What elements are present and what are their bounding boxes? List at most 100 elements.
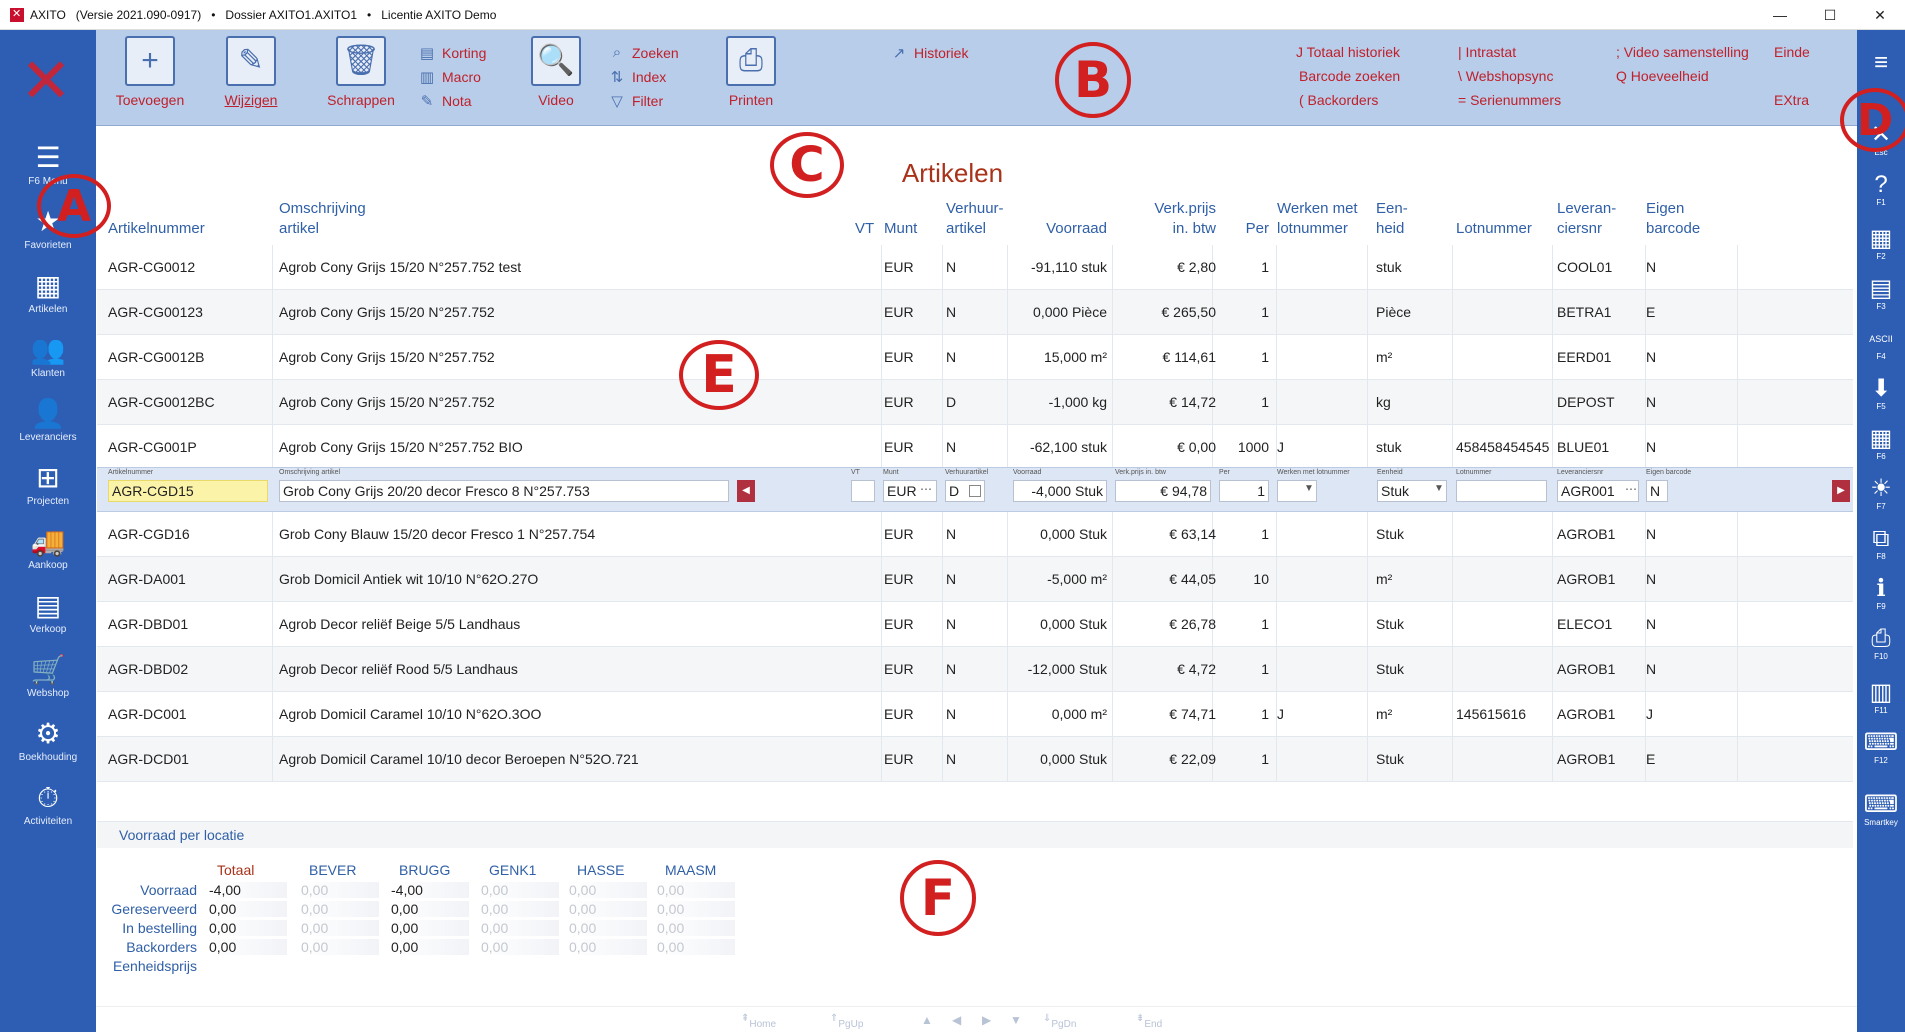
rightbar-item-f7[interactable]: ☀ F7 [1857,476,1905,512]
pager-end[interactable]: ⇟ End [1136,1013,1162,1030]
edit-button[interactable]: ✎ Wijzigen [216,36,286,108]
table-row[interactable]: AGR-CG0012B Agrob Cony Grijs 15/20 N°257.… [97,335,1853,380]
column-header-werken[interactable]: Werken met lotnummer [1277,199,1377,239]
column-header-leverancier[interactable]: Leveran-ciersnr [1557,199,1637,239]
column-header-barcode[interactable]: Eigen barcode [1646,199,1726,239]
annotation-c: C [770,132,844,198]
table-row[interactable]: AGR-DBD01 Agrob Decor reliëf Beige 5/5 La… [97,602,1853,647]
rightbar-item-menu[interactable]: ≡ [1857,50,1905,76]
per-field[interactable]: 1 [1219,480,1269,502]
leverancier-lookup-icon[interactable]: ⋯ [1625,482,1637,496]
einde-link[interactable]: Einde [1774,44,1810,60]
print-button[interactable]: ⎙ Printen [716,36,786,108]
pager-pgdn[interactable]: ⇓ PgDn [1043,1013,1076,1030]
sidebar-item-webshop[interactable]: 🛒 Webshop [0,654,96,699]
prijs-field[interactable]: € 94,78 [1115,480,1211,502]
werken-dropdown-chevron-icon[interactable]: ▼ [1304,483,1314,494]
barcode-zoeken-link[interactable]: Barcode zoeken [1299,68,1400,84]
table-row[interactable]: AGR-DCD01 Agrob Domicil Caramel 10/10 dec… [97,737,1853,782]
rightbar-item-label: F2 [1876,252,1886,261]
rightbar-item-f2[interactable]: ▦ F2 [1857,226,1905,262]
table-row[interactable]: AGR-CG00123 Agrob Cony Grijs 15/20 N°257.… [97,290,1853,335]
cell-oms: Agrob Cony Grijs 15/20 N°257.752 [279,304,495,320]
table-row[interactable]: AGR-CG0012 Agrob Cony Grijs 15/20 N°257.7… [97,245,1853,290]
cell-nr: AGR-DC001 [108,706,187,722]
table-row[interactable]: AGR-CG001P Agrob Cony Grijs 15/20 N°257.7… [97,425,1853,470]
extra-link[interactable]: EXtra [1774,92,1809,108]
pager-left-icon[interactable]: ◀ [952,1013,961,1027]
sidebar-item-projecten[interactable]: ⊞ Projecten [0,462,96,507]
table-row[interactable]: AGR-DA001 Grob Domicil Antiek wit 10/10 N… [97,557,1853,602]
rightbar-item-f6[interactable]: ▦ F6 [1857,426,1905,462]
nota-button[interactable]: ✎ Nota [416,92,472,110]
rightbar-item-smartkey[interactable]: ⌨ Smartkey [1857,792,1905,828]
eenheid-dropdown-chevron-icon[interactable]: ▼ [1434,483,1444,494]
pager-up-icon[interactable]: ▲ [921,1013,933,1027]
maximize-button[interactable]: ☐ [1805,0,1855,30]
add-button[interactable]: + Toevoegen [110,36,190,108]
omschrijving-field[interactable]: Grob Cony Grijs 20/20 decor Fresco 8 N°2… [279,480,729,502]
hoeveelheid-link[interactable]: Q Hoeveelheid [1616,68,1709,84]
rightbar-item-f11[interactable]: ▥ F11 [1857,680,1905,716]
minimize-button[interactable]: — [1755,0,1805,30]
pager-home[interactable]: ⇞ Home [741,1013,776,1030]
column-header-munt[interactable]: Munt [884,219,934,239]
lotnummer-field[interactable] [1456,480,1547,502]
table-row[interactable]: AGR-DC001 Agrob Domicil Caramel 10/10 N°6… [97,692,1853,737]
edit-prev-arrow-icon[interactable]: ◀ [737,480,755,502]
rightbar-item-f5[interactable]: ⬇ F5 [1857,376,1905,412]
barcode-field[interactable]: N [1646,480,1668,502]
column-divider [1112,557,1113,602]
zoeken-button[interactable]: ⌕ Zoeken [606,44,679,61]
pager-pgup[interactable]: ⇑ PgUp [830,1013,863,1030]
historiek-button[interactable]: ↗ Historiek [888,44,969,62]
sidebar-item-activiteiten[interactable]: ⏱ Activiteiten [0,782,96,827]
rightbar-item-f10[interactable]: ⎙ F10 [1857,626,1905,662]
vt-field[interactable] [851,480,875,502]
intrastat-link[interactable]: | Intrastat [1458,44,1516,60]
column-header-eenheid[interactable]: Een-heid [1376,199,1436,239]
backorders-link[interactable]: ( Backorders [1299,92,1378,108]
verhuur-checkbox[interactable] [969,485,981,497]
column-header-artikelnummer[interactable]: Artikelnummer [108,219,268,239]
sidebar-item-leveranciers[interactable]: 👤 Leveranciers [0,398,96,443]
voorraad-field[interactable]: -4,000 Stuk [1013,480,1107,502]
index-button[interactable]: ⇅ Index [606,68,667,86]
table-row[interactable]: AGR-DBD02 Agrob Decor reliëf Rood 5/5 Lan… [97,647,1853,692]
edit-next-arrow-icon[interactable]: ▶ [1832,480,1850,502]
serienummers-link[interactable]: = Serienummers [1458,92,1561,108]
pager-right-icon[interactable]: ▶ [982,1013,991,1027]
macro-button[interactable]: ▥ Macro [416,68,481,86]
rightbar-item-f9[interactable]: ℹ F9 [1857,576,1905,612]
filter-button[interactable]: ▽ Filter [606,92,663,110]
sidebar-item-aankoop[interactable]: 🚚 Aankoop [0,526,96,571]
axito-x-logo-icon[interactable]: ✕ [20,50,72,112]
totaal-historiek-link[interactable]: J Totaal historiek [1296,44,1400,60]
sidebar-item-verkoop[interactable]: ▤ Verkoop [0,590,96,635]
sidebar-item-klanten[interactable]: 👥 Klanten [0,334,96,379]
table-row[interactable]: AGR-CGD16 Grob Cony Blauw 15/20 decor Fre… [97,512,1853,557]
column-header-omschrijving[interactable]: Omschrijving artikel [279,199,479,239]
pager-down-icon[interactable]: ▼ [1010,1013,1022,1027]
rightbar-item-f3[interactable]: ▤ F3 [1857,276,1905,312]
column-header-vt[interactable]: VT [855,219,885,239]
table-row[interactable]: AGR-CG0012BC Agrob Cony Grijs 15/20 N°257… [97,380,1853,425]
delete-button[interactable]: 🗑 Schrappen [321,36,401,108]
rightbar-item-f8[interactable]: ⧉ F8 [1857,526,1905,562]
video-button[interactable]: 🔍 Video [526,36,586,108]
close-window-button[interactable]: ✕ [1855,0,1905,30]
artikelnummer-field[interactable]: AGR-CGD15 [108,480,268,502]
column-header-verkprijs[interactable]: Verk.prijs in. btw [1120,199,1216,239]
sidebar-item-artikelen[interactable]: ▦ Artikelen [0,270,96,315]
rightbar-item-f12[interactable]: ⌨ F12 [1857,730,1905,766]
cell-munt: EUR [884,304,914,320]
korting-button[interactable]: ▤ Korting [416,44,486,62]
munt-lookup-icon[interactable]: ⋯ [920,482,932,496]
column-header-per[interactable]: Per [1236,219,1269,239]
sidebar-item-boekhouding[interactable]: ⚙ Boekhouding [0,718,96,763]
webshopsync-link[interactable]: \ Webshopsync [1458,68,1553,84]
column-header-voorraad[interactable]: Voorraad [1012,219,1107,239]
column-header-lotnummer[interactable]: Lotnummer [1456,219,1546,239]
video-samenstelling-link[interactable]: ; Video samenstelling [1616,44,1749,60]
rightbar-item-f4[interactable]: ASCII F4 [1857,326,1905,361]
